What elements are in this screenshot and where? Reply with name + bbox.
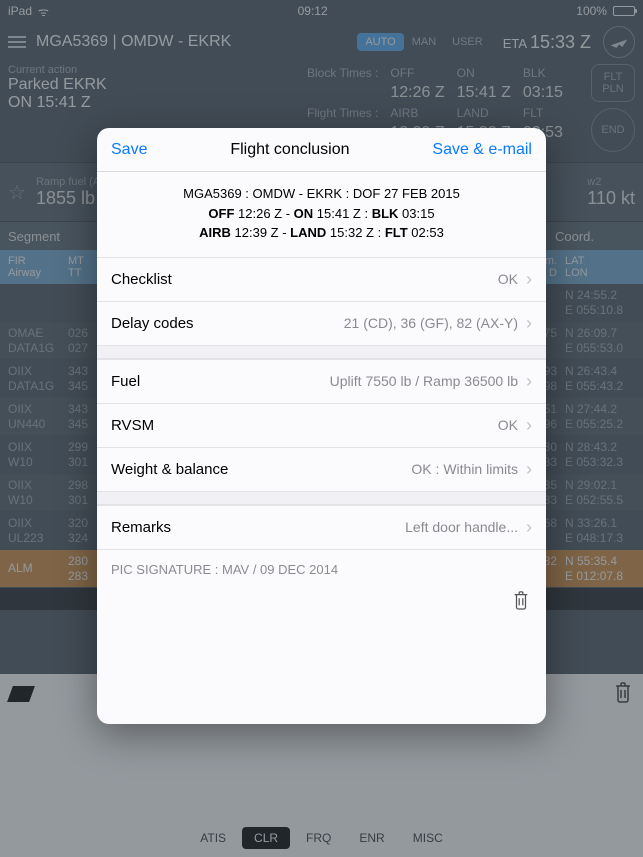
row-remarks[interactable]: Remarks Left door handle... › [97,505,546,549]
chevron-right-icon: › [526,371,532,392]
flight-conclusion-modal: Save Flight conclusion Save & e-mail MGA… [97,128,546,724]
chevron-right-icon: › [526,415,532,436]
chevron-right-icon: › [526,313,532,334]
flight-summary: MGA5369 : OMDW - EKRK : DOF 27 FEB 2015 … [97,172,546,257]
chevron-right-icon: › [526,269,532,290]
row-rvsm[interactable]: RVSM OK › [97,403,546,447]
save-button[interactable]: Save [111,141,147,159]
delete-signature-button[interactable] [97,589,546,616]
chevron-right-icon: › [526,517,532,538]
modal-header: Save Flight conclusion Save & e-mail [97,128,546,172]
chevron-right-icon: › [526,459,532,480]
row-weight-balance[interactable]: Weight & balance OK : Within limits › [97,447,546,491]
row-fuel[interactable]: Fuel Uplift 7550 lb / Ramp 36500 lb › [97,359,546,403]
modal-title: Flight conclusion [230,141,349,159]
row-checklist[interactable]: Checklist OK › [97,257,546,301]
row-signature: PIC SIGNATURE : MAV / 09 DEC 2014 [97,549,546,589]
save-email-button[interactable]: Save & e-mail [432,141,532,159]
row-delay-codes[interactable]: Delay codes 21 (CD), 36 (GF), 82 (AX-Y) … [97,301,546,345]
